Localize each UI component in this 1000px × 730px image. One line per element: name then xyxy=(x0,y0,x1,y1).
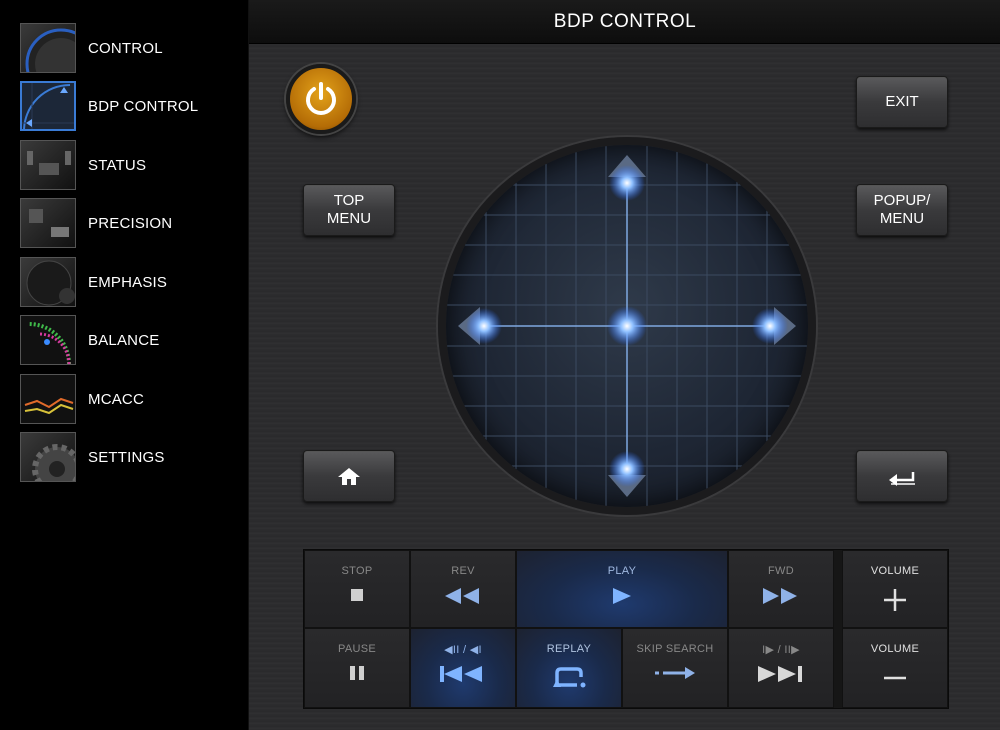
return-icon xyxy=(889,472,915,486)
pause-button[interactable]: PAUSE xyxy=(304,628,410,708)
return-button[interactable] xyxy=(856,450,948,502)
volume-down-label: VOLUME xyxy=(870,643,920,655)
skip-next-icon xyxy=(758,666,802,682)
mcacc-graph-icon xyxy=(20,374,76,424)
replay-button[interactable]: REPLAY xyxy=(516,628,622,708)
sidebar-item-settings[interactable]: SETTINGS xyxy=(20,431,240,483)
sidebar-item-balance[interactable]: BALANCE xyxy=(20,314,240,366)
popup-menu-label-line1: POPUP/ xyxy=(873,192,931,209)
sidebar-item-emphasis[interactable]: EMPHASIS xyxy=(20,256,240,308)
radar-icon xyxy=(20,81,76,131)
sidebar-item-mcacc[interactable]: MCACC xyxy=(20,373,240,425)
room-icon xyxy=(20,140,76,190)
play-icon xyxy=(613,588,631,604)
page-title: BDP CONTROL xyxy=(553,11,697,32)
skip-back-button[interactable]: ◀II / ◀I xyxy=(410,628,516,708)
skip-forward-button[interactable]: I▶ / II▶ xyxy=(728,628,834,708)
plus-icon xyxy=(884,589,906,611)
gear-icon xyxy=(20,432,76,482)
knob-icon xyxy=(20,23,76,73)
home-icon xyxy=(338,468,360,485)
sidebar-item-label: BALANCE xyxy=(88,331,160,349)
transport-controls: STOP REV PLAY FWD VOLUME PAUSE ◀II / ◀I xyxy=(303,549,949,709)
sidebar-item-label: BDP CONTROL xyxy=(88,97,199,115)
top-menu-label-line2: MENU xyxy=(326,210,372,227)
speaker-icon xyxy=(20,257,76,307)
down-arrow-button[interactable] xyxy=(608,451,646,497)
exit-label: EXIT xyxy=(885,93,919,110)
fwd-label: FWD xyxy=(768,565,794,577)
direction-pad xyxy=(438,137,816,515)
replay-icon xyxy=(553,667,586,688)
pause-icon xyxy=(350,666,364,680)
popup-menu-button[interactable]: POPUP/ MENU xyxy=(856,184,948,236)
volume-up-button[interactable]: VOLUME xyxy=(842,550,948,628)
sidebar-item-bdp-control[interactable]: BDP CONTROL xyxy=(20,80,240,132)
minus-icon xyxy=(884,676,906,680)
rewind-icon xyxy=(445,588,479,604)
replay-label: REPLAY xyxy=(546,643,592,655)
play-button[interactable]: PLAY xyxy=(516,550,728,628)
title-bar: BDP CONTROL xyxy=(249,0,1000,44)
main-panel: BDP CONTROL EXIT TOP MENU POPUP/ MENU ST… xyxy=(248,0,1000,730)
sidebar-item-label: PRECISION xyxy=(88,214,173,232)
fast-forward-icon xyxy=(763,588,797,604)
play-label: PLAY xyxy=(607,565,637,577)
top-menu-button[interactable]: TOP MENU xyxy=(303,184,395,236)
stop-label: STOP xyxy=(341,565,373,577)
sidebar-item-precision[interactable]: PRECISION xyxy=(20,197,240,249)
step-fwd-label: I▶ / II▶ xyxy=(762,644,800,656)
pause-label: PAUSE xyxy=(338,643,376,655)
exit-button[interactable]: EXIT xyxy=(856,76,948,128)
skip-search-icon xyxy=(655,667,695,679)
balance-meter-icon xyxy=(20,315,76,365)
sidebar-item-label: MCACC xyxy=(88,390,144,408)
sidebar: CONTROL BDP CONTROL STATUS PRECISION EMP… xyxy=(0,0,248,730)
volume-up-label: VOLUME xyxy=(870,565,920,577)
rev-label: REV xyxy=(451,565,475,577)
top-menu-label-line1: TOP xyxy=(333,192,365,209)
sidebar-item-label: EMPHASIS xyxy=(88,273,168,291)
skip-search-label: SKIP SEARCH xyxy=(636,643,714,655)
sidebar-item-label: CONTROL xyxy=(88,39,163,57)
rev-button[interactable]: REV xyxy=(410,550,516,628)
home-button[interactable] xyxy=(303,450,395,502)
skip-search-button[interactable]: SKIP SEARCH xyxy=(622,628,728,708)
volume-down-button[interactable]: VOLUME xyxy=(842,628,948,708)
up-arrow-button[interactable] xyxy=(608,155,646,201)
step-rev-label: ◀II / ◀I xyxy=(444,644,482,656)
sidebar-item-control[interactable]: CONTROL xyxy=(20,22,240,74)
sidebar-item-label: SETTINGS xyxy=(88,448,165,466)
fwd-button[interactable]: FWD xyxy=(728,550,834,628)
power-button[interactable] xyxy=(286,64,356,134)
popup-menu-label-line2: MENU xyxy=(879,210,925,227)
skip-previous-icon xyxy=(440,666,482,682)
power-icon xyxy=(306,82,336,115)
right-arrow-button[interactable] xyxy=(752,307,796,345)
left-arrow-button[interactable] xyxy=(458,307,502,345)
sidebar-item-status[interactable]: STATUS xyxy=(20,139,240,191)
enter-button[interactable] xyxy=(607,306,647,346)
stop-icon xyxy=(351,589,363,601)
speaker-room-icon xyxy=(20,198,76,248)
stop-button[interactable]: STOP xyxy=(304,550,410,628)
sidebar-item-label: STATUS xyxy=(88,156,147,174)
